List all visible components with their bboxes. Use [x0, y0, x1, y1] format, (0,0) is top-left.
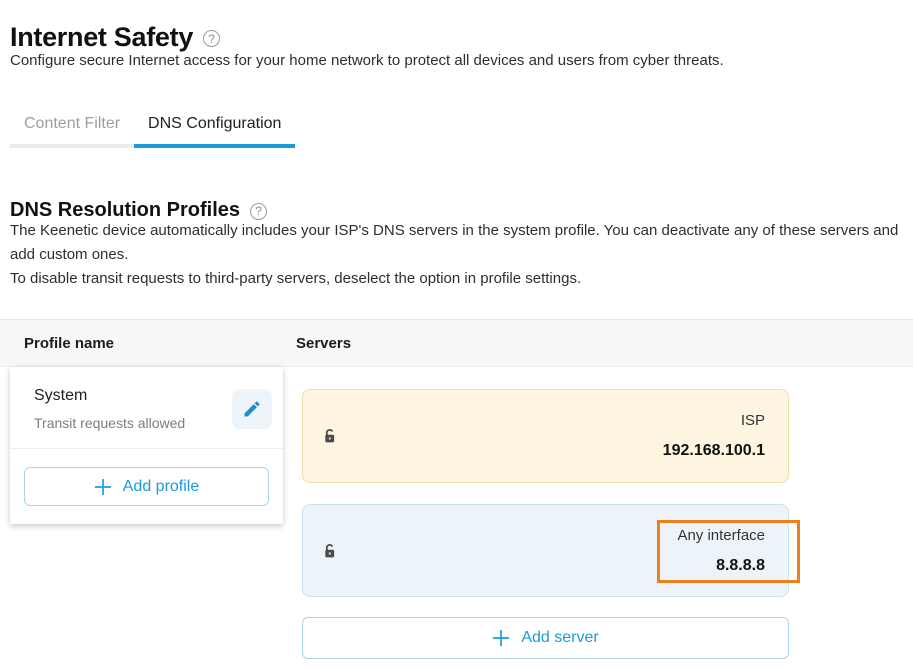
- server-address: 192.168.100.1: [663, 442, 765, 460]
- add-profile-label: Add profile: [123, 478, 200, 496]
- column-header-servers: Servers: [296, 335, 351, 352]
- description-line: To disable transit requests to third-par…: [10, 267, 908, 291]
- profile-status: Transit requests allowed: [34, 415, 185, 431]
- add-server-button[interactable]: Add server: [302, 617, 789, 659]
- profiles-table-header: Profile name Servers: [0, 319, 913, 367]
- column-header-profile-name: Profile name: [24, 335, 114, 352]
- tab-bar: Content Filter DNS Configuration: [10, 107, 295, 148]
- page-title-text: Internet Safety: [10, 22, 193, 53]
- profiles-panel: System Transit requests allowed Add prof…: [10, 367, 283, 524]
- lock-open-icon: [322, 543, 338, 559]
- server-card-isp[interactable]: ISP 192.168.100.1: [302, 389, 789, 483]
- edit-profile-button[interactable]: [232, 389, 272, 429]
- dns-profiles-description: The Keenetic device automatically includ…: [10, 219, 908, 291]
- server-info: ISP 192.168.100.1: [663, 412, 765, 460]
- tab-content-filter[interactable]: Content Filter: [10, 107, 134, 148]
- page-title: Internet Safety ?: [10, 22, 220, 53]
- help-icon[interactable]: ?: [203, 30, 220, 47]
- server-address: 8.8.8.8: [716, 557, 765, 575]
- server-binding: Any interface: [677, 527, 765, 544]
- help-icon[interactable]: ?: [250, 203, 267, 220]
- add-server-label: Add server: [521, 629, 598, 647]
- server-info: Any interface 8.8.8.8: [677, 527, 765, 575]
- lock-open-icon: [322, 428, 338, 444]
- plus-icon: [492, 629, 510, 647]
- profile-row-system[interactable]: System Transit requests allowed: [10, 367, 283, 448]
- add-profile-button[interactable]: Add profile: [24, 467, 269, 506]
- tab-dns-configuration[interactable]: DNS Configuration: [134, 107, 295, 148]
- pencil-icon: [242, 399, 262, 419]
- server-binding: ISP: [741, 412, 765, 429]
- profile-name: System: [34, 387, 87, 405]
- server-card-any-interface[interactable]: Any interface 8.8.8.8: [302, 504, 789, 597]
- page-subtitle: Configure secure Internet access for you…: [10, 52, 724, 69]
- plus-icon: [94, 478, 112, 496]
- panel-divider: [10, 448, 283, 449]
- description-line: The Keenetic device automatically includ…: [10, 219, 908, 267]
